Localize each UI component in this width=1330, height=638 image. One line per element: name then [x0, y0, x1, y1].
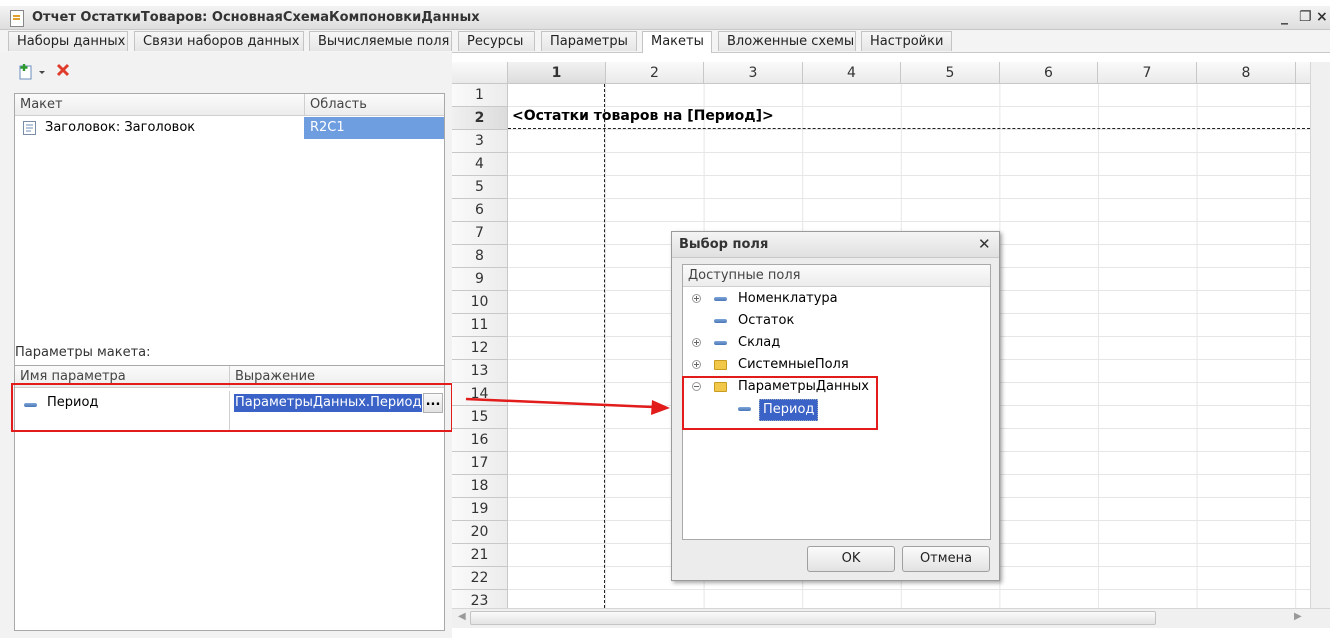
tree-item-label: СистемныеПоля — [738, 357, 849, 372]
tree-item-sklad[interactable]: Склад — [683, 332, 990, 354]
scroll-right-icon[interactable]: ▶ — [1294, 611, 1302, 622]
column-header-area[interactable]: Область — [305, 94, 367, 116]
cancel-button[interactable]: Отмена — [902, 546, 990, 572]
row-header[interactable]: 16 — [452, 429, 508, 452]
column-header[interactable]: 8 — [1197, 62, 1296, 84]
row-header[interactable]: 21 — [452, 544, 508, 567]
annotation-box-param — [11, 383, 453, 432]
tree-item-label: Остаток — [738, 313, 795, 328]
annotation-box-period — [682, 376, 878, 430]
row-header[interactable]: 13 — [452, 360, 508, 383]
scrollbar-thumb[interactable] — [470, 611, 1156, 625]
cell-r2c1-text[interactable]: <Остатки товаров на [Период]> — [512, 108, 774, 124]
field-icon — [714, 297, 727, 301]
tree-header-label: Доступные поля — [688, 268, 801, 283]
row-header[interactable]: 22 — [452, 567, 508, 590]
row-header[interactable]: 19 — [452, 498, 508, 521]
document-icon — [10, 10, 24, 27]
row-header[interactable]: 3 — [452, 130, 508, 153]
layout-name-cell: Заголовок: Заголовок — [45, 120, 196, 135]
layouts-table: Макет Область Заголовок: Заголовок R2C1 — [14, 93, 445, 384]
area-column-boundary — [604, 84, 605, 608]
row-header[interactable]: 11 — [452, 314, 508, 337]
row-header[interactable]: 1 — [452, 84, 508, 107]
scroll-left-icon[interactable]: ◀ — [458, 611, 466, 622]
column-header[interactable]: 1 — [508, 62, 606, 84]
column-header[interactable]: 4 — [803, 62, 901, 84]
folder-icon — [714, 360, 727, 370]
column-header[interactable]: 5 — [901, 62, 1000, 84]
layouts-panel: Макет Область Заголовок: Заголовок R2C1 … — [0, 52, 452, 638]
tab-datasets[interactable]: Наборы данных — [8, 31, 128, 51]
row-header[interactable]: 20 — [452, 521, 508, 544]
layouts-table-header: Макет Область — [15, 94, 444, 116]
tab-layouts[interactable]: Макеты — [642, 31, 712, 53]
row-header[interactable]: 12 — [452, 337, 508, 360]
tab-bar: Наборы данных Связи наборов данных Вычис… — [0, 30, 1330, 53]
tree-item-label: Склад — [738, 335, 781, 350]
row-header[interactable]: 10 — [452, 291, 508, 314]
dialog-title-bar: Выбор поля ✕ — [672, 232, 999, 258]
row-header[interactable]: 17 — [452, 452, 508, 475]
tab-resources[interactable]: Ресурсы — [458, 31, 535, 51]
column-header[interactable]: 6 — [1000, 62, 1098, 84]
row-header[interactable]: 8 — [452, 245, 508, 268]
row-header[interactable]: 9 — [452, 268, 508, 291]
tree-header: Доступные поля — [683, 265, 990, 287]
row-header[interactable]: 5 — [452, 176, 508, 199]
delete-layout-icon[interactable] — [55, 62, 71, 82]
dialog-title: Выбор поля — [679, 237, 769, 252]
close-window-button[interactable]: × — [1316, 9, 1328, 25]
window-title: Отчет ОстаткиТоваров: ОсновнаяСхемаКомпо… — [32, 10, 480, 25]
corner-cell[interactable] — [452, 62, 508, 84]
tree-item-label: Номенклатура — [738, 291, 838, 306]
table-row[interactable]: Заголовок: Заголовок R2C1 — [15, 117, 444, 140]
tree-item-nomenklatura[interactable]: Номенклатура — [683, 288, 990, 310]
field-icon — [714, 319, 727, 323]
tree-item-ostatok[interactable]: Остаток — [683, 310, 990, 332]
expand-icon[interactable] — [692, 360, 701, 369]
tab-nested-schemas[interactable]: Вложенные схемы — [718, 31, 856, 51]
restore-button[interactable]: ❐ — [1299, 9, 1312, 25]
minimize-button[interactable]: _ — [1281, 9, 1288, 25]
params-label: Параметры макета: — [15, 345, 151, 360]
tab-parameters[interactable]: Параметры — [541, 31, 637, 51]
expand-icon[interactable] — [692, 294, 701, 303]
tab-calculated-fields[interactable]: Вычисляемые поля — [309, 31, 452, 51]
column-header[interactable]: 7 — [1098, 62, 1197, 84]
horizontal-scrollbar[interactable]: ◀ ▶ — [452, 608, 1330, 628]
annotation-arrow — [465, 397, 670, 415]
row-header[interactable]: 18 — [452, 475, 508, 498]
expand-icon[interactable] — [692, 338, 701, 347]
layout-icon — [23, 121, 36, 135]
row-header[interactable]: 4 — [452, 153, 508, 176]
ok-button[interactable]: OK — [807, 546, 895, 572]
tree-item-system-fields[interactable]: СистемныеПоля — [683, 354, 990, 376]
tab-settings[interactable]: Настройки — [861, 31, 952, 51]
field-icon — [714, 341, 727, 345]
window-title-bar: Отчет ОстаткиТоваров: ОсновнаяСхемаКомпо… — [0, 6, 1330, 30]
row-header[interactable]: 6 — [452, 199, 508, 222]
dialog-close-button[interactable]: ✕ — [978, 235, 991, 253]
add-layout-button[interactable] — [18, 62, 48, 84]
column-header[interactable]: 3 — [704, 62, 803, 84]
vertical-scrollbar[interactable] — [1310, 62, 1330, 608]
layout-area-cell[interactable]: R2C1 — [304, 117, 444, 139]
row-header[interactable]: 2 — [452, 107, 508, 130]
column-header-layout[interactable]: Макет — [15, 94, 63, 116]
row-header[interactable]: 7 — [452, 222, 508, 245]
area-row-boundary — [508, 128, 1310, 129]
tab-dataset-links[interactable]: Связи наборов данных — [134, 31, 304, 51]
column-header[interactable]: 2 — [606, 62, 704, 84]
